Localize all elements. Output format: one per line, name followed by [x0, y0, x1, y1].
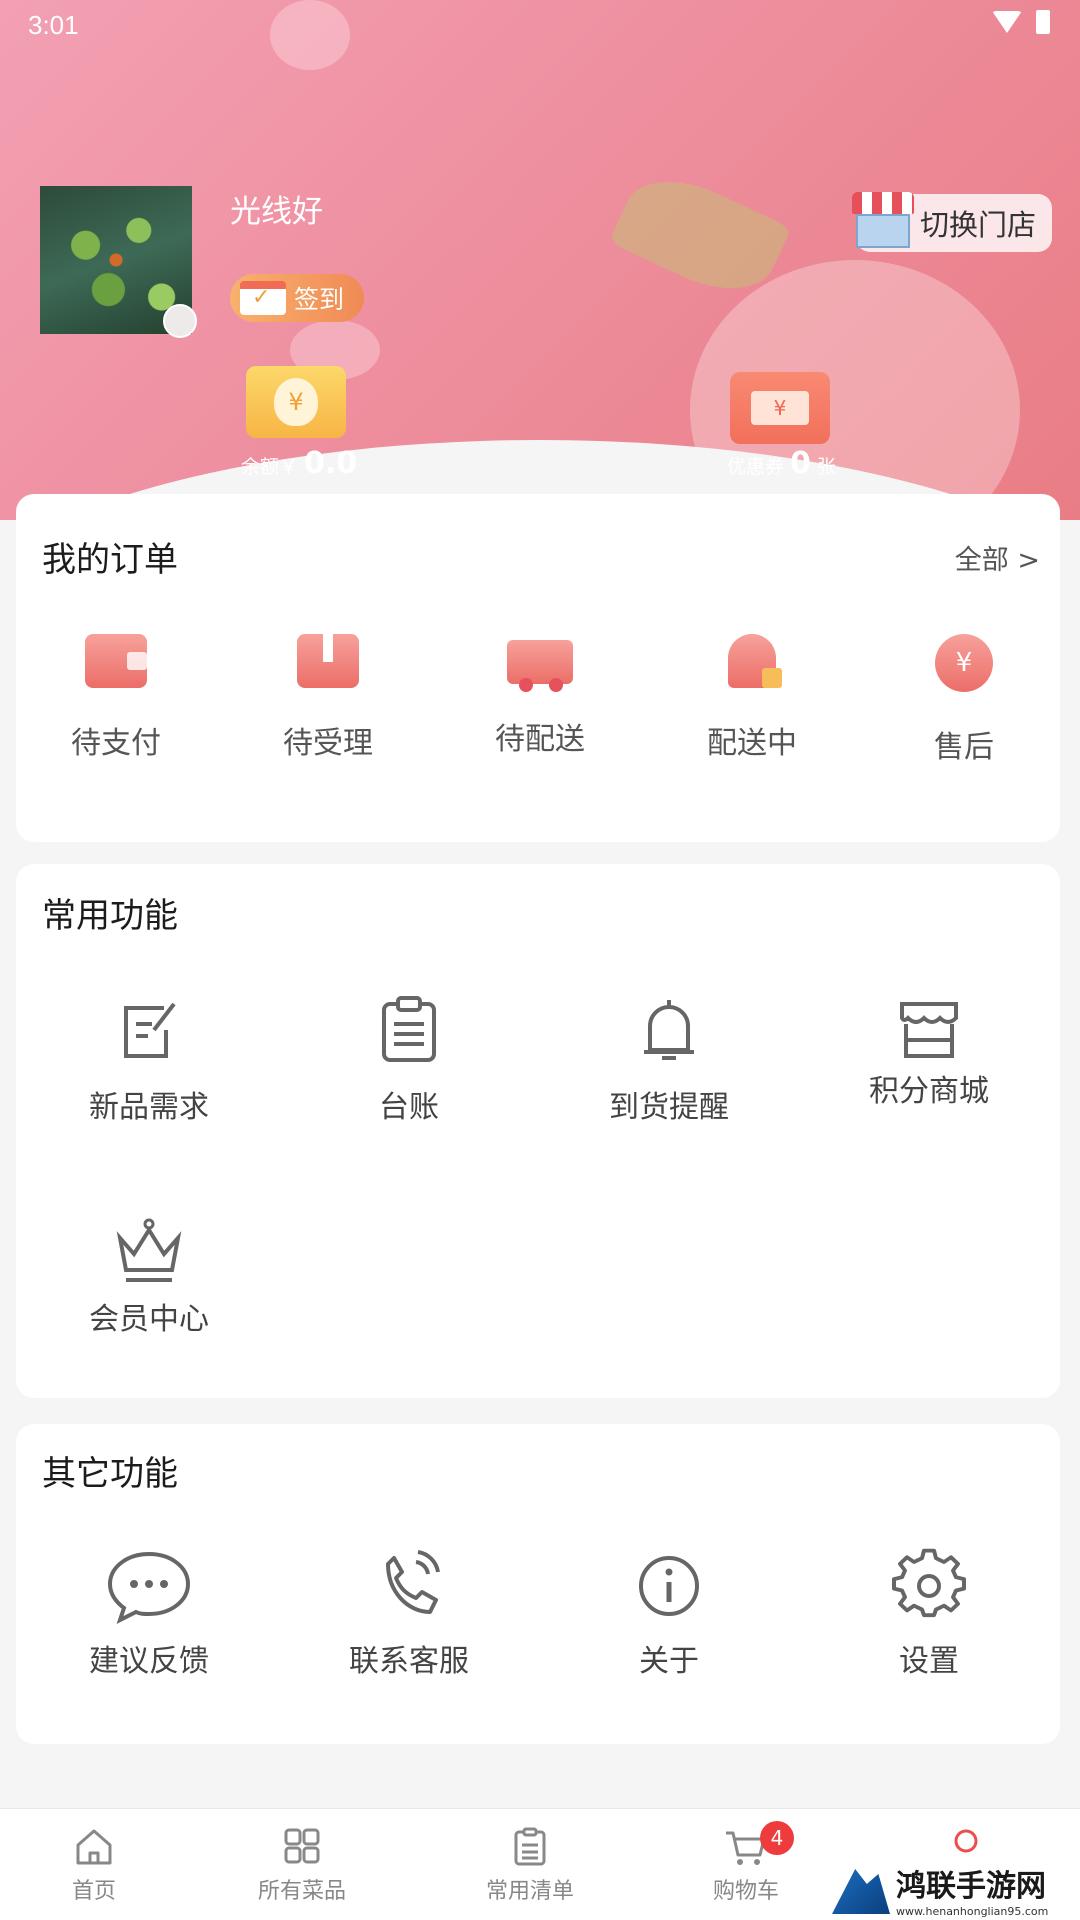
- balance-stat: 余额￥ 0.0: [241, 446, 363, 481]
- watermark-url: www.henanhonglian95.com: [896, 1904, 1049, 1918]
- func-customer-service[interactable]: 联系客服: [319, 1548, 499, 1680]
- tab-all-dishes[interactable]: 所有菜品: [232, 1827, 372, 1905]
- bell-icon: [644, 1000, 694, 1060]
- other-functions-card: 其它功能 建议反馈 联系客服 关于 设置: [16, 1424, 1060, 1744]
- order-pending-payment[interactable]: 待支付: [46, 634, 186, 762]
- coupon-button[interactable]: ¥: [730, 372, 830, 444]
- truck-icon: [507, 640, 573, 692]
- box-icon: [297, 634, 359, 688]
- gear-icon: [892, 1548, 966, 1618]
- func-member-center[interactable]: 会员中心: [59, 1216, 239, 1338]
- storefront-icon: [852, 192, 914, 254]
- chat-bubble-icon: [107, 1551, 191, 1624]
- balance-label: 余额￥: [241, 456, 299, 478]
- clipboard-icon: [382, 996, 436, 1062]
- grid-icon: [284, 1828, 320, 1864]
- balance-value: 0.0: [304, 446, 358, 481]
- courier-icon: [728, 634, 782, 688]
- view-all-orders-link[interactable]: 全部 >: [955, 538, 1040, 577]
- coupon-ticket-icon: ¥: [751, 391, 809, 425]
- aftersale-yuan-icon: ¥: [935, 634, 993, 692]
- tab-home[interactable]: 首页: [24, 1827, 164, 1905]
- signin-button[interactable]: 签到: [230, 274, 364, 322]
- common-functions-title: 常用功能: [42, 896, 178, 936]
- username: 光线好: [230, 194, 323, 230]
- wallet-icon: [85, 634, 147, 688]
- orders-card: 我的订单 全部 > 待支付 待受理 待配送 配送中 ¥ 售后: [16, 494, 1060, 842]
- site-watermark: 鸿联手游网 www.henanhonglian95.com: [832, 1858, 1080, 1920]
- watermark-title: 鸿联手游网: [896, 1868, 1046, 1904]
- battery-icon: [1036, 10, 1050, 34]
- coupon-label: 优惠券: [727, 456, 785, 478]
- info-icon: [639, 1556, 699, 1616]
- crown-icon: [116, 1218, 182, 1282]
- list-icon: [514, 1827, 546, 1866]
- phone-icon: [386, 1550, 440, 1614]
- watermark-logo-icon: [832, 1869, 890, 1914]
- order-in-delivery[interactable]: 配送中: [682, 634, 822, 762]
- coupon-stat: 优惠券 0 张: [727, 446, 836, 481]
- func-points-mall[interactable]: 积分商城: [839, 994, 1019, 1110]
- status-time: 3:01: [28, 10, 79, 40]
- calendar-check-icon: [240, 281, 286, 315]
- order-aftersale[interactable]: ¥ 售后: [894, 634, 1034, 766]
- func-arrival-reminder[interactable]: 到货提醒: [579, 994, 759, 1126]
- signin-label: 签到: [294, 285, 345, 314]
- edit-note-icon: [124, 1002, 176, 1058]
- tab-cart[interactable]: 4 购物车: [676, 1821, 816, 1905]
- order-pending-acceptance[interactable]: 待受理: [258, 634, 398, 762]
- status-bar: 3:01: [0, 0, 1080, 50]
- balance-button[interactable]: ¥: [246, 366, 346, 438]
- func-about[interactable]: 关于: [579, 1548, 759, 1680]
- switch-store-button[interactable]: 切换门店: [852, 192, 1052, 252]
- wifi-icon: [992, 11, 1022, 33]
- func-ledger[interactable]: 台账: [319, 994, 499, 1126]
- common-functions-card: 常用功能 新品需求 台账 到货提醒 积分商城 会员中心: [16, 864, 1060, 1398]
- order-pending-delivery[interactable]: 待配送: [470, 634, 610, 758]
- func-feedback[interactable]: 建议反馈: [59, 1548, 239, 1680]
- avatar-badge-icon: [163, 304, 197, 338]
- tab-common-list[interactable]: 常用清单: [460, 1827, 600, 1905]
- coupon-value: 0: [790, 446, 811, 481]
- other-functions-title: 其它功能: [42, 1454, 178, 1494]
- home-icon: [76, 1829, 112, 1865]
- func-settings[interactable]: 设置: [839, 1548, 1019, 1680]
- money-bag-icon: ¥: [274, 378, 318, 426]
- switch-store-label: 切换门店: [920, 208, 1037, 242]
- coupon-unit: 张: [816, 456, 836, 478]
- orders-title: 我的订单: [42, 540, 178, 580]
- cart-badge: 4: [760, 1821, 794, 1855]
- func-new-product-request[interactable]: 新品需求: [59, 994, 239, 1126]
- store-icon: [900, 1002, 958, 1058]
